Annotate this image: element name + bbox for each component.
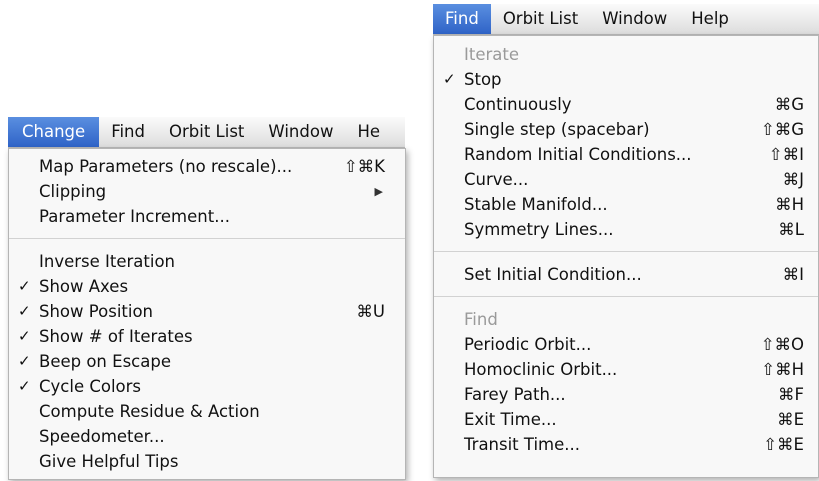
menu-item-curve[interactable]: Curve... ⌘J: [434, 167, 818, 192]
shortcut: ⌘F: [778, 385, 804, 404]
menu-item-homoclinic-orbit[interactable]: Homoclinic Orbit... ⇧⌘H: [434, 357, 818, 382]
checkmark-icon: ✓: [18, 377, 31, 395]
menu-item-label: Inverse Iteration: [39, 252, 176, 271]
menu-item-symmetry-lines[interactable]: Symmetry Lines... ⌘L: [434, 217, 818, 242]
menubar-right: Find Orbit List Window Help: [433, 4, 819, 35]
menubar-change[interactable]: Change: [8, 117, 100, 147]
menu-item-label: Periodic Orbit...: [464, 335, 592, 354]
menubar-find[interactable]: Find: [433, 4, 491, 34]
shortcut: ⌘I: [782, 265, 804, 284]
checkmark-icon: ✓: [18, 277, 31, 295]
shortcut: ⇧⌘K: [343, 157, 385, 176]
menu-item-inverse-iteration[interactable]: Inverse Iteration: [9, 249, 405, 274]
menu-item-label: Transit Time...: [464, 435, 581, 454]
menu-item-give-helpful-tips[interactable]: Give Helpful Tips: [9, 449, 405, 474]
change-menu: Map Parameters (no rescale)... ⇧⌘K Clipp…: [8, 148, 406, 480]
menubar-left: Change Find Orbit List Window He: [8, 117, 405, 148]
menu-item-label: Map Parameters (no rescale)...: [39, 157, 293, 176]
menu-item-compute-residue[interactable]: Compute Residue & Action: [9, 399, 405, 424]
menu-item-stable-manifold[interactable]: Stable Manifold... ⌘H: [434, 192, 818, 217]
menu-item-label: Give Helpful Tips: [39, 452, 179, 471]
shortcut: ⇧⌘I: [768, 145, 804, 164]
menu-item-stop[interactable]: ✓ Stop: [434, 67, 818, 92]
find-menu: Iterate ✓ Stop Continuously ⌘G Single st…: [433, 35, 819, 478]
submenu-arrow-icon: ▶: [374, 185, 383, 198]
shortcut: ⇧⌘H: [761, 360, 804, 379]
menubar-window[interactable]: Window: [256, 117, 345, 147]
menu-item-exit-time[interactable]: Exit Time... ⌘E: [434, 407, 818, 432]
section-header-find: Find: [464, 310, 498, 329]
shortcut: ⇧⌘O: [760, 335, 804, 354]
checkmark-icon: ✓: [18, 327, 31, 345]
menu-item-label: Clipping: [39, 182, 107, 201]
menubar-help[interactable]: He: [345, 117, 392, 147]
menu-item-cycle-colors[interactable]: ✓ Cycle Colors: [9, 374, 405, 399]
menu-item-random-initial-conditions[interactable]: Random Initial Conditions... ⇧⌘I: [434, 142, 818, 167]
menu-item-label: Show # of Iterates: [39, 327, 193, 346]
menu-item-label: Single step (spacebar): [464, 120, 650, 139]
menu-item-label: Cycle Colors: [39, 377, 142, 396]
shortcut: ⇧⌘G: [760, 120, 804, 139]
shortcut: ⌘E: [777, 410, 804, 429]
shortcut: ⌘G: [774, 95, 804, 114]
menubar-orbit-list[interactable]: Orbit List: [157, 117, 256, 147]
menu-item-label: Show Axes: [39, 277, 129, 296]
menu-item-label: Random Initial Conditions...: [464, 145, 692, 164]
shortcut: ⌘J: [782, 170, 804, 189]
menu-item-label: Exit Time...: [464, 410, 557, 429]
menu-item-label: Stop: [464, 70, 502, 89]
menubar-find[interactable]: Find: [99, 117, 157, 147]
checkmark-icon: ✓: [18, 352, 31, 370]
menu-item-parameter-increment[interactable]: Parameter Increment...: [9, 204, 405, 229]
menu-item-map-parameters[interactable]: Map Parameters (no rescale)... ⇧⌘K: [9, 154, 405, 179]
shortcut: ⌘H: [775, 195, 804, 214]
menu-item-farey-path[interactable]: Farey Path... ⌘F: [434, 382, 818, 407]
menu-item-label: Curve...: [464, 170, 529, 189]
checkmark-icon: ✓: [18, 302, 31, 320]
menubar-help[interactable]: Help: [679, 4, 741, 34]
checkmark-icon: ✓: [443, 70, 456, 88]
menu-item-label: Show Position: [39, 302, 154, 321]
menu-item-label: Compute Residue & Action: [39, 402, 260, 421]
menu-separator: [434, 296, 818, 297]
menu-separator: [434, 251, 818, 252]
menu-item-continuously[interactable]: Continuously ⌘G: [434, 92, 818, 117]
menu-item-label: Parameter Increment...: [39, 207, 230, 226]
shortcut: ⌘L: [778, 220, 804, 239]
menu-item-speedometer[interactable]: Speedometer...: [9, 424, 405, 449]
menu-separator: [9, 238, 405, 239]
shortcut: ⇧⌘E: [763, 435, 804, 454]
menu-item-show-axes[interactable]: ✓ Show Axes: [9, 274, 405, 299]
menu-item-label: Continuously: [464, 95, 572, 114]
menu-item-beep-on-escape[interactable]: ✓ Beep on Escape: [9, 349, 405, 374]
shortcut: ⌘U: [356, 302, 385, 321]
menu-item-show-position[interactable]: ✓ Show Position ⌘U: [9, 299, 405, 324]
menu-item-label: Stable Manifold...: [464, 195, 608, 214]
menu-item-single-step[interactable]: Single step (spacebar) ⇧⌘G: [434, 117, 818, 142]
menu-item-label: Set Initial Condition...: [464, 265, 642, 284]
menu-item-label: Symmetry Lines...: [464, 220, 614, 239]
section-header-iterate: Iterate: [464, 45, 520, 64]
menu-item-clipping[interactable]: Clipping ▶: [9, 179, 405, 204]
menu-item-periodic-orbit[interactable]: Periodic Orbit... ⇧⌘O: [434, 332, 818, 357]
menubar-orbit-list[interactable]: Orbit List: [491, 4, 590, 34]
menu-item-transit-time[interactable]: Transit Time... ⇧⌘E: [434, 432, 818, 457]
menu-item-label: Speedometer...: [39, 427, 165, 446]
menu-item-label: Homoclinic Orbit...: [464, 360, 618, 379]
menu-item-show-iterates[interactable]: ✓ Show # of Iterates: [9, 324, 405, 349]
menu-item-set-initial-condition[interactable]: Set Initial Condition... ⌘I: [434, 262, 818, 287]
menu-item-label: Farey Path...: [464, 385, 566, 404]
menubar-window[interactable]: Window: [590, 4, 679, 34]
menu-item-label: Beep on Escape: [39, 352, 171, 371]
